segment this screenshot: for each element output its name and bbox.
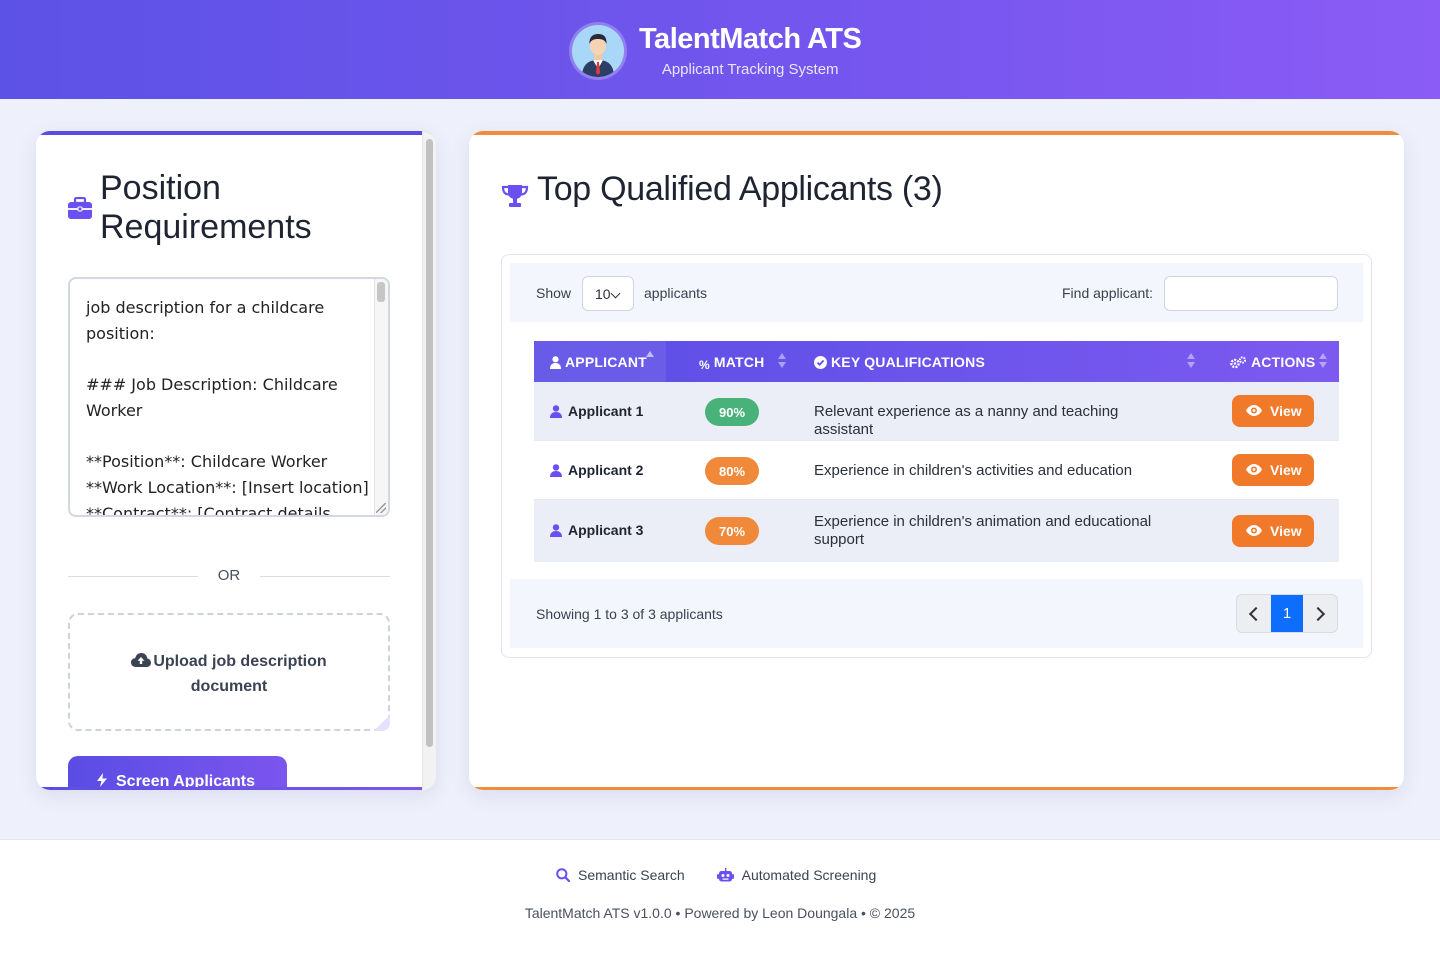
applicants-table: APPLICANT % MATCH KEY QUALIFICATIONS ACT… — [534, 341, 1339, 562]
match-badge: 80% — [705, 457, 759, 485]
bolt-icon — [97, 773, 107, 787]
screen-applicants-button[interactable]: Screen Applicants — [68, 756, 287, 790]
cogs-icon — [1230, 356, 1247, 369]
pagination: 1 — [1236, 594, 1338, 633]
key-qualifications: Experience in children's activities and … — [814, 462, 1133, 479]
sort-icon — [778, 353, 786, 369]
footer-semantic-search[interactable]: Semantic Search — [556, 867, 685, 883]
eye-icon — [1246, 464, 1262, 475]
check-circle-icon — [814, 356, 827, 369]
copyright: TalentMatch ATS v1.0.0 • Powered by Leon… — [524, 905, 916, 921]
panel-title: Top Qualified Applicants (3) — [537, 169, 943, 208]
user-icon — [550, 356, 561, 369]
app-header: TalentMatch ATS Applicant Tracking Syste… — [0, 0, 1440, 99]
table-controls: Show 10 applicants Find applicant: — [510, 263, 1363, 322]
chevron-left-icon[interactable] — [1237, 595, 1271, 632]
column-header-applicant[interactable]: APPLICANT — [534, 341, 666, 382]
robot-icon — [716, 868, 734, 882]
app-subtitle: Applicant Tracking System — [661, 61, 839, 78]
chevron-right-icon[interactable] — [1303, 595, 1337, 632]
panel-scrollbar[interactable] — [422, 131, 436, 790]
brand: TalentMatch ATS Applicant Tracking Syste… — [572, 23, 862, 78]
upload-dropzone[interactable]: Upload job description document — [68, 613, 390, 731]
user-icon — [550, 405, 562, 418]
footer-automated-screening[interactable]: Automated Screening — [716, 867, 876, 883]
key-qualifications: Relevant experience as a nanny and teach… — [814, 403, 1119, 438]
page-size-select[interactable]: 10 — [582, 276, 634, 311]
app-title: TalentMatch ATS — [639, 23, 862, 55]
table-row[interactable]: Applicant 2 80% Experience in children's… — [534, 441, 1339, 500]
applicants-panel: Top Qualified Applicants (3) Show 10 app… — [469, 131, 1404, 790]
user-icon — [550, 524, 562, 537]
chevron-down-icon — [610, 288, 621, 299]
upload-label: Upload job description document — [153, 653, 327, 695]
applicant-name: Applicant 3 — [568, 522, 644, 538]
trophy-icon — [501, 183, 529, 209]
view-button[interactable]: View — [1232, 515, 1314, 547]
view-button[interactable]: View — [1232, 395, 1314, 427]
eye-icon — [1246, 525, 1262, 536]
find-applicant-input[interactable] — [1164, 276, 1338, 311]
or-divider: OR — [68, 566, 390, 586]
view-button[interactable]: View — [1232, 454, 1314, 486]
match-badge: 90% — [705, 398, 759, 426]
job-description-text[interactable]: job description for a childcare position… — [86, 295, 371, 515]
column-header-key-qualifications[interactable]: KEY QUALIFICATIONS — [798, 341, 1207, 382]
briefcase-icon — [68, 196, 92, 219]
sort-icon — [1187, 353, 1195, 369]
sort-icon — [1319, 353, 1327, 369]
search-icon — [556, 868, 570, 882]
table-row[interactable]: Applicant 3 70% Experience in children's… — [534, 500, 1339, 562]
match-badge: 70% — [705, 517, 759, 545]
avatar — [572, 25, 624, 77]
key-qualifications: Experience in children's animation and e… — [814, 513, 1152, 548]
position-requirements-panel: Position Requirements job description fo… — [36, 131, 436, 790]
table-footer: Showing 1 to 3 of 3 applicants 1 — [510, 579, 1363, 648]
resize-handle-icon[interactable] — [376, 503, 386, 513]
table-header: APPLICANT % MATCH KEY QUALIFICATIONS ACT… — [534, 341, 1339, 382]
footer: Semantic Search Automated Screening Tale… — [0, 839, 1440, 965]
sort-asc-icon — [646, 351, 654, 367]
table-info: Showing 1 to 3 of 3 applicants — [536, 606, 723, 622]
percent-icon: % — [699, 358, 710, 372]
applicant-name: Applicant 1 — [568, 403, 644, 419]
table-row[interactable]: Applicant 1 90% Relevant experience as a… — [534, 382, 1339, 441]
cloud-upload-icon — [131, 653, 152, 667]
column-header-match[interactable]: % MATCH — [666, 341, 798, 382]
panel-title: Position Requirements — [100, 169, 312, 246]
job-description-textarea[interactable]: job description for a childcare position… — [68, 277, 390, 517]
applicant-name: Applicant 2 — [568, 462, 644, 478]
eye-icon — [1246, 405, 1262, 416]
user-icon — [550, 464, 562, 477]
column-header-actions[interactable]: ACTIONS — [1207, 341, 1339, 382]
page-button-current[interactable]: 1 — [1271, 595, 1303, 632]
applicants-table-card: Show 10 applicants Find applicant: APPLI… — [501, 254, 1372, 658]
textarea-scrollbar[interactable] — [374, 279, 388, 515]
